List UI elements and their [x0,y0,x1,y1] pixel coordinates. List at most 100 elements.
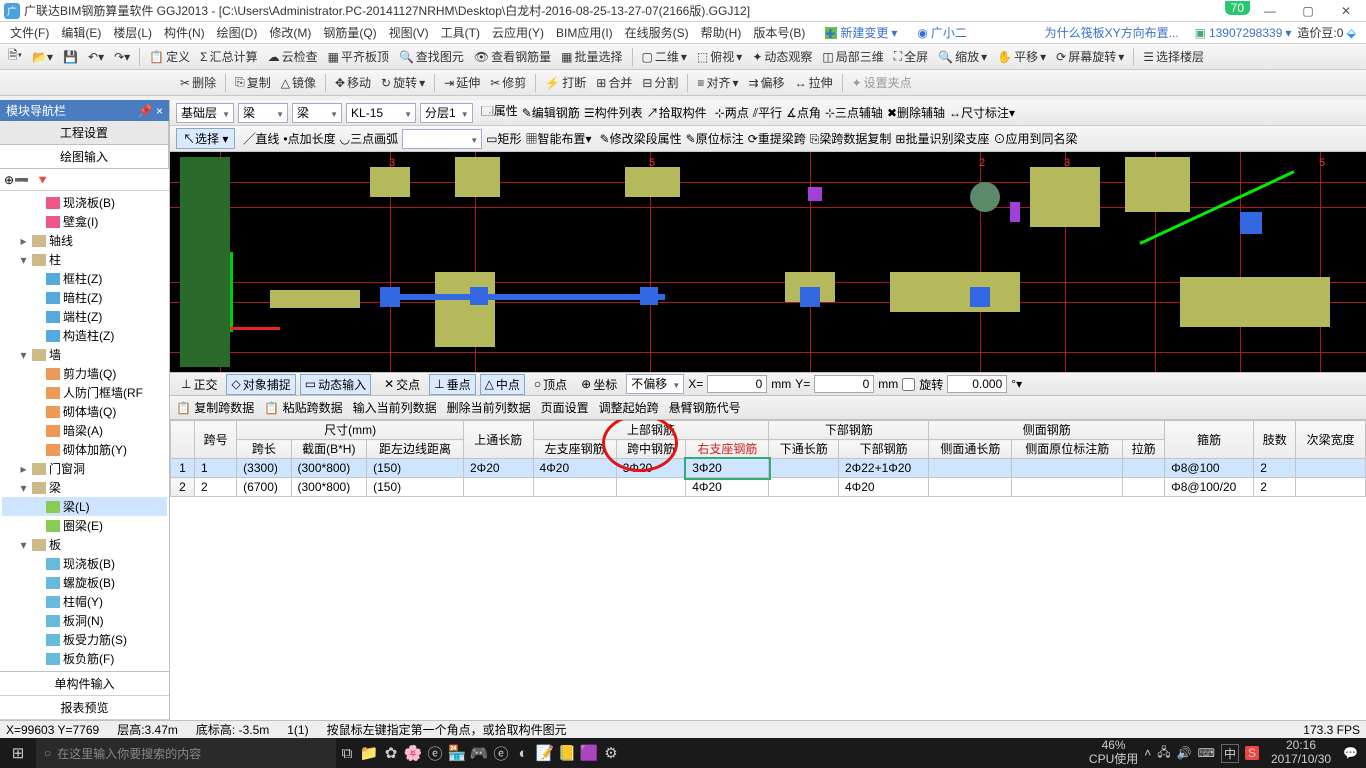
drawing-canvas[interactable]: 34 52 34 5 [170,152,1366,372]
copydata-button[interactable]: ⎘梁跨数据复制 [810,130,892,147]
th-right[interactable]: 右支座钢筋 [686,440,769,459]
tree-item[interactable]: 柱帽(Y) [2,592,167,611]
align-button[interactable]: ≡对齐▾ [693,72,742,93]
th-top[interactable]: 上部钢筋 [533,421,769,440]
menu-cloud[interactable]: 云应用(Y) [486,24,550,41]
orig-button[interactable]: ✎原位标注 [686,130,744,147]
user-small[interactable]: ◉广小二 [911,24,973,41]
dim-button[interactable]: ↔尺寸标注▾ [949,104,1015,121]
menu-view[interactable]: 视图(V) [383,24,435,41]
tree-item[interactable]: 剪力墙(Q) [2,364,167,383]
tree-item[interactable]: ▾墙 [2,345,167,364]
tab-project-settings[interactable]: 工程设置 [0,121,169,144]
th-sideloc[interactable]: 侧面原位标注筋 [1012,440,1123,459]
pan-button[interactable]: ✋平移▾ [993,46,1050,67]
open-icon[interactable]: 📂▾ [28,48,57,66]
modprop-button[interactable]: ✎修改梁段属性 [600,130,682,147]
batchid-button[interactable]: ⊞批量识别梁支座 [895,130,989,147]
member-list-button[interactable]: ☰构件列表 [584,104,643,121]
single-input-button[interactable]: 单构件输入 [0,672,169,696]
line-tool[interactable]: ╱直线 [243,130,279,147]
zoom-button[interactable]: 🔍缩放▾ [934,46,991,67]
help-link[interactable]: 为什么筏板XY方向布置... [1039,24,1185,41]
merge-button[interactable]: ⊞合并 [592,72,636,93]
start-button[interactable]: ⊞ [0,744,36,762]
subcat-dropdown[interactable]: 梁 [292,103,342,123]
cantilever-button[interactable]: 悬臂钢筋代号 [669,399,741,416]
topview-button[interactable]: ⬚俯视▾ [693,46,746,67]
select-tool[interactable]: ↖选择 ▾ [176,128,235,149]
menu-member[interactable]: 构件(N) [158,24,211,41]
app-icon-9[interactable]: 📝 [534,744,556,762]
parallel-button[interactable]: ⫽平行 [753,104,782,121]
orbit-button[interactable]: ✦动态观察 [748,46,816,67]
menu-file[interactable]: 文件(F) [4,24,55,41]
dynin-toggle[interactable]: ▭动态输入 [300,374,371,395]
flat-button[interactable]: ▦平齐板顶 [324,46,393,67]
app-icon-10[interactable]: 📒 [556,744,578,762]
menu-online[interactable]: 在线服务(S) [619,24,695,41]
th-sidethru[interactable]: 侧面通长筋 [929,440,1012,459]
new-change-button[interactable]: ✚新建变更 ▾ [819,24,903,41]
arc-tool[interactable]: ◡三点画弧 [340,130,399,147]
tree-item[interactable]: 圈梁(E) [2,516,167,535]
component-tree[interactable]: 现浇板(B)壁龛(I)▸轴线▾柱框柱(Z)暗柱(Z)端柱(Z)构造柱(Z)▾墙剪… [0,191,169,671]
th-bot[interactable]: 下部钢筋 [769,421,929,440]
menu-floor[interactable]: 楼层(L) [107,24,158,41]
category-dropdown[interactable]: 梁 [238,103,288,123]
rot-input[interactable] [947,375,1007,393]
th-edge[interactable]: 距左边线距离 [367,440,464,459]
table-row[interactable]: 22(6700)(300*800)(150)4Φ204Φ20Φ8@100/202 [171,478,1366,497]
user-phone[interactable]: ▣13907298339 ▾ [1195,26,1292,40]
copy-button[interactable]: ⎘复制 [231,72,275,93]
tray-vol-icon[interactable]: 🔊 [1177,746,1192,760]
mirror-button[interactable]: △镜像 [277,72,320,93]
two-pt-button[interactable]: ⊹两点 [715,104,749,121]
del-aux-button[interactable]: ✖删除辅轴 [887,104,945,121]
report-preview-button[interactable]: 报表预览 [0,696,169,720]
menu-rebar[interactable]: 钢筋量(Q) [317,24,382,41]
undo-icon[interactable]: ↶▾ [84,48,108,66]
define-button[interactable]: 📋定义 [145,46,194,67]
floor-dropdown[interactable]: 基础层 [176,103,234,123]
tree-item[interactable]: 现浇板(B) [2,193,167,212]
pin-icon[interactable]: 📌 × [138,104,163,118]
th-botbar[interactable]: 下部钢筋 [838,440,928,459]
system-tray[interactable]: 46%CPU使用 ˄ 🖧 🔊 ⌨ 中 S 20:162017/10/30 💬 [1081,739,1366,767]
offset-button[interactable]: ⇉偏移 [744,72,788,93]
mid-toggle[interactable]: △中点 [480,374,525,395]
coord-toggle[interactable]: ⊕坐标 [576,374,622,395]
th-side[interactable]: 侧面钢筋 [929,421,1165,440]
adjust-start-button[interactable]: 调整起始跨 [599,399,659,416]
three-aux-button[interactable]: ⊹三点辅轴 [825,104,883,121]
view-rebar-button[interactable]: 👁查看钢筋量 [470,46,555,67]
menu-version[interactable]: 版本号(B) [747,24,811,41]
tree-item[interactable]: 构造柱(Z) [2,326,167,345]
select-floor-button[interactable]: ☰选择楼层 [1139,46,1208,67]
menu-modify[interactable]: 修改(M) [263,24,317,41]
tree-item[interactable]: 板洞(N) [2,611,167,630]
tray-up-icon[interactable]: ˄ [1144,746,1151,760]
input-col-button[interactable]: 输入当前列数据 [353,399,437,416]
tree-item[interactable]: 壁龛(I) [2,212,167,231]
tree-item[interactable]: 螺旋板(B) [2,573,167,592]
minimize-button[interactable]: — [1260,4,1280,18]
screen-rotate-button[interactable]: ⟳屏幕旋转▾ [1052,46,1128,67]
maximize-button[interactable]: ▢ [1298,4,1318,18]
angle-button[interactable]: ∡点角 [786,104,821,121]
th-left[interactable]: 左支座钢筋 [533,440,616,459]
del-col-button[interactable]: 删除当前列数据 [447,399,531,416]
menu-help[interactable]: 帮助(H) [695,24,748,41]
search-box[interactable]: ○ 在这里输入你要搜索的内容 [36,738,336,768]
tree-item[interactable]: ▾板 [2,535,167,554]
tray-lang-icon[interactable]: ⌨ [1198,746,1215,760]
ime-indicator[interactable]: 中 [1221,744,1239,763]
tree-item[interactable]: 砌体加筋(Y) [2,440,167,459]
menu-tool[interactable]: 工具(T) [435,24,486,41]
th-topthru[interactable]: 上通长筋 [463,421,533,459]
menu-bim[interactable]: BIM应用(I) [550,24,619,41]
2d-button[interactable]: ▢二维▾ [638,46,691,67]
th-dim[interactable]: 尺寸(mm) [237,421,464,440]
props-button[interactable]: 🗔属性 [481,102,518,123]
ime-s-icon[interactable]: S [1245,746,1259,760]
